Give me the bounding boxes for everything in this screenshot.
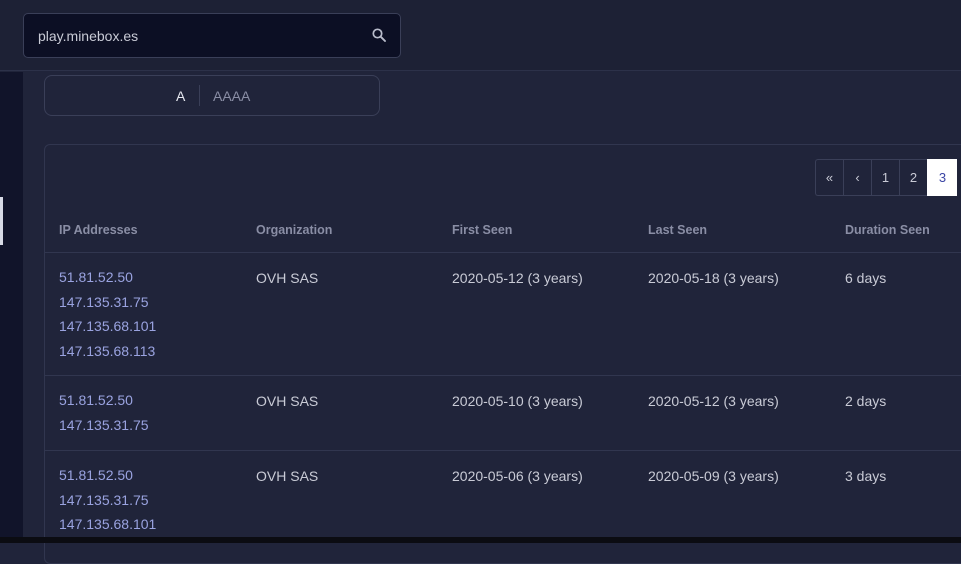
header-first-seen: First Seen xyxy=(452,223,513,237)
sidebar-active-indicator xyxy=(0,197,3,245)
search-input[interactable] xyxy=(38,14,358,57)
organization-cell: OVH SAS xyxy=(256,270,319,286)
pagination: « ‹ 1 2 3 xyxy=(815,159,957,196)
page-3-button[interactable]: 3 xyxy=(927,159,957,196)
last-seen-cell: 2020-05-09 (3 years) xyxy=(648,468,779,484)
page-1-button[interactable]: 1 xyxy=(871,159,899,196)
ip-address-link[interactable]: 147.135.68.101 xyxy=(59,314,156,339)
organization-cell: OVH SAS xyxy=(256,393,319,409)
ip-address-link[interactable]: 51.81.52.50 xyxy=(59,265,156,290)
row-divider xyxy=(45,375,961,376)
search-icon[interactable] xyxy=(372,28,386,42)
ip-address-link[interactable]: 51.81.52.50 xyxy=(59,463,156,488)
duration-cell: 2 days xyxy=(845,393,887,409)
ip-address-list: 51.81.52.50 147.135.31.75 xyxy=(59,388,149,437)
header-organization: Organization xyxy=(256,223,333,237)
duration-cell: 6 days xyxy=(845,270,887,286)
header-divider xyxy=(45,252,961,253)
record-type-a[interactable]: A xyxy=(176,88,185,104)
header-duration-seen: Duration Seen xyxy=(845,223,930,237)
ip-address-link[interactable]: 147.135.68.101 xyxy=(59,512,156,537)
ip-address-link[interactable]: 147.135.31.75 xyxy=(59,413,149,438)
ip-address-list: 51.81.52.50 147.135.31.75 147.135.68.101… xyxy=(59,265,156,363)
ip-address-link[interactable]: 147.135.31.75 xyxy=(59,488,156,513)
top-bar xyxy=(0,0,961,71)
header-ip-addresses: IP Addresses xyxy=(59,223,138,237)
ip-address-list: 51.81.52.50 147.135.31.75 147.135.68.101 xyxy=(59,463,156,537)
window-bottom-edge xyxy=(0,537,961,543)
page-2-button[interactable]: 2 xyxy=(899,159,927,196)
prev-page-button[interactable]: ‹ xyxy=(843,159,871,196)
header-last-seen: Last Seen xyxy=(648,223,708,237)
organization-cell: OVH SAS xyxy=(256,468,319,484)
duration-cell: 3 days xyxy=(845,468,887,484)
first-seen-cell: 2020-05-12 (3 years) xyxy=(452,270,583,286)
ip-address-link[interactable]: 147.135.31.75 xyxy=(59,290,156,315)
ip-address-link[interactable]: 51.81.52.50 xyxy=(59,388,149,413)
sidebar xyxy=(0,72,23,537)
history-card xyxy=(44,144,961,564)
first-seen-cell: 2020-05-06 (3 years) xyxy=(452,468,583,484)
first-seen-cell: 2020-05-10 (3 years) xyxy=(452,393,583,409)
toggle-divider xyxy=(199,85,200,106)
row-divider xyxy=(45,450,961,451)
record-type-toggle: A AAAA xyxy=(44,75,380,116)
last-seen-cell: 2020-05-18 (3 years) xyxy=(648,270,779,286)
first-page-button[interactable]: « xyxy=(815,159,843,196)
ip-address-link[interactable]: 147.135.68.113 xyxy=(59,339,156,364)
record-type-aaaa[interactable]: AAAA xyxy=(213,88,250,104)
last-seen-cell: 2020-05-12 (3 years) xyxy=(648,393,779,409)
search-box[interactable] xyxy=(23,13,401,58)
